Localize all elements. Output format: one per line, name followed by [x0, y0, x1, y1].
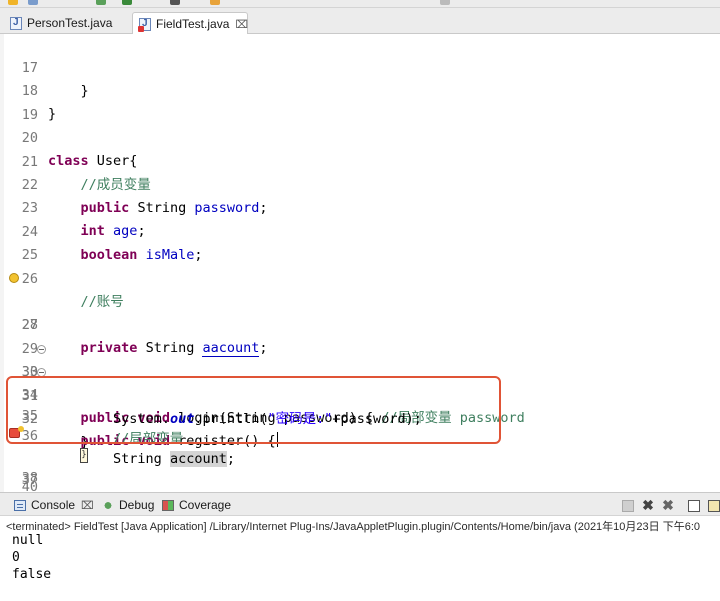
code-line: 24 boolean isMale; [0, 198, 720, 263]
run-icon[interactable] [96, 0, 106, 5]
java-file-icon [10, 16, 22, 30]
code-line: 29 [0, 315, 720, 357]
terminate-icon[interactable] [622, 500, 634, 512]
code-line: 23 int age; [0, 174, 720, 239]
toolbar-icon[interactable] [28, 0, 38, 5]
console-output[interactable]: <terminated> FieldTest [Java Application… [0, 516, 720, 601]
code-line: 26 //账号 [0, 245, 720, 310]
bug-icon [102, 499, 114, 511]
console-line: null [12, 533, 44, 548]
console-line: false [12, 567, 52, 582]
scroll-lock-icon[interactable] [708, 500, 720, 512]
code-text: } [48, 434, 89, 450]
remove-launch-icon[interactable]: ✖ [642, 498, 654, 512]
tab-debug[interactable]: Debug [102, 496, 154, 514]
code-line: 20 class User{ [0, 104, 720, 169]
terminated-status: <terminated> FieldTest [Java Application… [6, 521, 700, 533]
toolbar-icon[interactable] [8, 0, 18, 5]
string-literal: "密码是:" [267, 411, 333, 427]
tab-label: FieldTest.java [156, 17, 230, 31]
clear-console-icon[interactable] [688, 500, 700, 512]
code-line: 32 } [0, 385, 720, 450]
tab-label: Coverage [179, 498, 232, 512]
tab-label: Debug [119, 498, 155, 512]
debug-run-icon[interactable] [122, 0, 132, 5]
line-number: 32 [21, 411, 38, 427]
method-name: println [202, 411, 260, 427]
code-line: 30 public void login(String password) { … [0, 338, 720, 426]
code-line: 22 public String password; [0, 151, 720, 216]
toolbar-icon[interactable] [170, 0, 180, 5]
code-line: 21 //成员变量 [0, 128, 720, 193]
class-name: System [113, 411, 162, 427]
java-file-error-icon [138, 17, 151, 32]
close-icon[interactable]: ⌧ [235, 18, 248, 31]
editor-tab-bar: PersonTest.java FieldTest.java ⌧ [0, 8, 720, 35]
toolbar-icon[interactable] [210, 0, 220, 5]
code-line: 25 [0, 221, 720, 263]
tab-field-test[interactable]: FieldTest.java ⌧ [132, 12, 248, 35]
fold-toggle-icon[interactable] [37, 345, 46, 354]
code-editor[interactable]: 17 } 18 } 19 20 class User{ 21 //成员变量 22… [0, 34, 720, 492]
remove-all-icon[interactable]: ✖ [662, 498, 674, 512]
close-icon[interactable]: ⌧ [81, 499, 94, 512]
tab-console[interactable]: Console ⌧ [14, 496, 94, 514]
warning-icon[interactable] [9, 273, 19, 283]
tab-label: Console [31, 498, 76, 512]
code-line: 17 } [0, 34, 720, 99]
coverage-icon [162, 499, 174, 511]
console-line: 0 [12, 550, 20, 565]
code-line: 27 private String aacount; [0, 268, 720, 357]
code-line: 18 } [0, 57, 720, 122]
code-line: 31 System.out.println("密码是:"+password); [0, 362, 720, 427]
main-toolbar [0, 0, 720, 8]
console-icon [14, 499, 26, 511]
static-field: out [169, 411, 195, 427]
tab-person-test[interactable]: PersonTest.java [4, 12, 130, 34]
toolbar-icon[interactable] [440, 0, 450, 5]
tab-label: PersonTest.java [27, 16, 113, 30]
code-line: 19 [0, 81, 720, 123]
code-line: 28 [0, 291, 720, 333]
tab-coverage[interactable]: Coverage [162, 496, 231, 514]
code-text: System.out.println("密码是:"+password); [113, 411, 422, 427]
console-tab-bar: Console ⌧ Debug Coverage ✖ ✖ [0, 492, 720, 516]
